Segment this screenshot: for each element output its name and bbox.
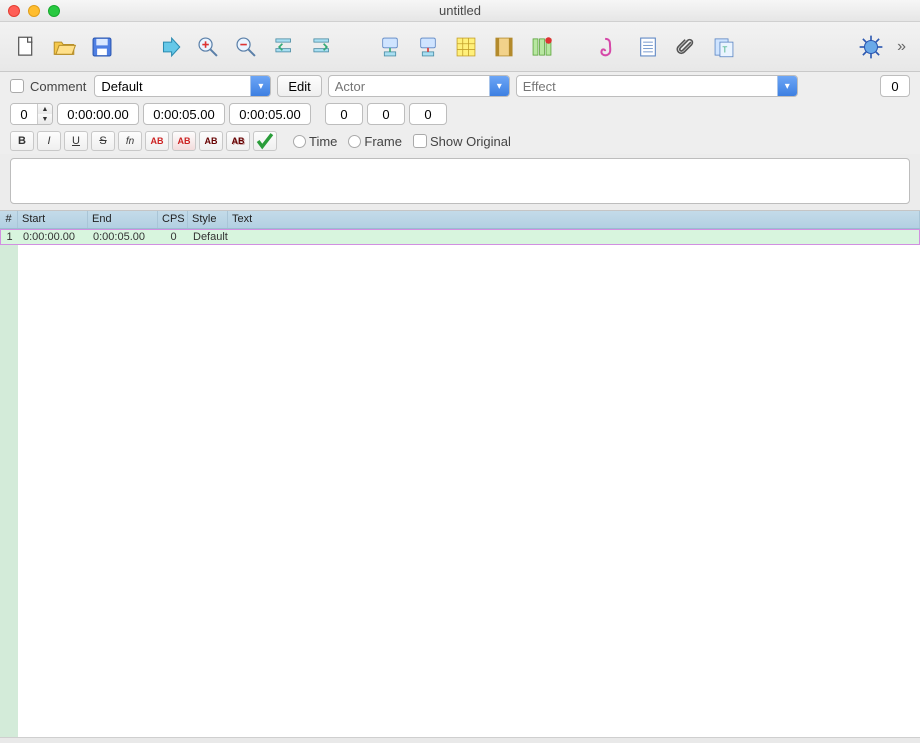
layer-input[interactable]	[11, 104, 37, 124]
minimize-window-button[interactable]	[28, 5, 40, 17]
layer-up[interactable]: ▲	[38, 104, 52, 114]
shift-video-end-button[interactable]	[412, 31, 444, 63]
zoom-in-button[interactable]	[192, 31, 224, 63]
frame-mode-radio[interactable]	[348, 135, 361, 148]
time-mode-radio[interactable]	[293, 135, 306, 148]
jump-start-button[interactable]	[268, 31, 300, 63]
columns-button[interactable]	[526, 31, 558, 63]
grid-canvas[interactable]	[18, 245, 920, 737]
show-original-label: Show Original	[430, 134, 511, 149]
automation-button[interactable]	[855, 31, 887, 63]
color2-button[interactable]: AB	[172, 131, 196, 151]
main-toolbar: T »	[0, 22, 920, 72]
show-original-checkbox[interactable]	[413, 134, 427, 148]
new-file-button[interactable]	[10, 31, 42, 63]
grid-gutter	[0, 245, 18, 737]
margin-right-input[interactable]	[367, 103, 405, 125]
style-combo-input[interactable]	[95, 76, 250, 96]
maximize-window-button[interactable]	[48, 5, 60, 17]
subtitle-grid: # Start End CPS Style Text 1 0:00:00.00 …	[0, 210, 920, 737]
cell-text	[229, 230, 919, 244]
header-end[interactable]: End	[88, 211, 158, 228]
effect-combo-arrow[interactable]: ▾	[777, 75, 797, 97]
color1-button[interactable]: AB	[145, 131, 169, 151]
actor-combo[interactable]: ▾	[328, 75, 510, 97]
timing-row: ▲▼	[0, 100, 920, 128]
start-time-input[interactable]	[57, 103, 139, 125]
actor-combo-input[interactable]	[329, 76, 489, 96]
grid-body[interactable]	[0, 245, 920, 737]
effect-combo-input[interactable]	[517, 76, 777, 96]
edit-style-button[interactable]: Edit	[277, 75, 321, 97]
grid-row[interactable]: 1 0:00:00.00 0:00:05.00 0 Default	[0, 229, 920, 245]
header-start[interactable]: Start	[18, 211, 88, 228]
cell-style: Default	[189, 230, 229, 244]
cell-num: 1	[1, 230, 19, 244]
window-title: untitled	[60, 3, 860, 18]
header-style[interactable]: Style	[188, 211, 228, 228]
cell-end: 0:00:05.00	[89, 230, 159, 244]
header-num[interactable]: #	[0, 211, 18, 228]
color3-button[interactable]: AB	[199, 131, 223, 151]
toolbar-overflow-button[interactable]: »	[893, 38, 910, 56]
time-mode-label: Time	[309, 134, 337, 149]
titlebar: untitled	[0, 0, 920, 22]
bold-button[interactable]: B	[10, 131, 34, 151]
spreadsheet-button[interactable]	[450, 31, 482, 63]
commit-button[interactable]	[253, 131, 277, 151]
margin-vertical-input[interactable]	[409, 103, 447, 125]
shift-times-button[interactable]: T	[708, 31, 740, 63]
save-button[interactable]	[86, 31, 118, 63]
forward-button[interactable]	[154, 31, 186, 63]
zoom-out-button[interactable]	[230, 31, 262, 63]
svg-text:T: T	[722, 45, 727, 54]
comment-checkbox[interactable]	[10, 79, 24, 93]
attachment-button[interactable]	[670, 31, 702, 63]
color4-button[interactable]: AB	[226, 131, 250, 151]
style-manager-button[interactable]	[594, 31, 626, 63]
style-combo-arrow[interactable]: ▾	[250, 75, 270, 97]
notes-button[interactable]	[632, 31, 664, 63]
jump-selection-button[interactable]	[306, 31, 338, 63]
actor-combo-arrow[interactable]: ▾	[489, 75, 509, 97]
film-button[interactable]	[488, 31, 520, 63]
header-text[interactable]: Text	[228, 211, 920, 228]
format-row: B I U S fn AB AB AB AB Time Frame Show O…	[0, 128, 920, 154]
layer-spinbox[interactable]: ▲▼	[10, 103, 53, 125]
header-cps[interactable]: CPS	[158, 211, 188, 228]
window-controls	[8, 5, 60, 17]
effect-combo[interactable]: ▾	[516, 75, 798, 97]
cell-start: 0:00:00.00	[19, 230, 89, 244]
subtitle-properties-row: Comment ▾ Edit ▾ ▾	[0, 72, 920, 100]
end-time-input[interactable]	[143, 103, 225, 125]
status-bar	[0, 737, 920, 743]
subtitle-text-area[interactable]	[10, 158, 910, 204]
close-window-button[interactable]	[8, 5, 20, 17]
strike-button[interactable]: S	[91, 131, 115, 151]
shift-video-start-button[interactable]	[374, 31, 406, 63]
frame-mode-label: Frame	[364, 134, 402, 149]
grid-header: # Start End CPS Style Text	[0, 211, 920, 229]
open-file-button[interactable]	[48, 31, 80, 63]
font-button[interactable]: fn	[118, 131, 142, 151]
underline-button[interactable]: U	[64, 131, 88, 151]
margin-left-input[interactable]	[325, 103, 363, 125]
cell-cps: 0	[159, 230, 189, 244]
style-combo[interactable]: ▾	[94, 75, 271, 97]
italic-button[interactable]: I	[37, 131, 61, 151]
comment-label: Comment	[30, 79, 86, 94]
duration-input[interactable]	[229, 103, 311, 125]
char-count-box	[880, 75, 910, 97]
layer-down[interactable]: ▼	[38, 114, 52, 124]
